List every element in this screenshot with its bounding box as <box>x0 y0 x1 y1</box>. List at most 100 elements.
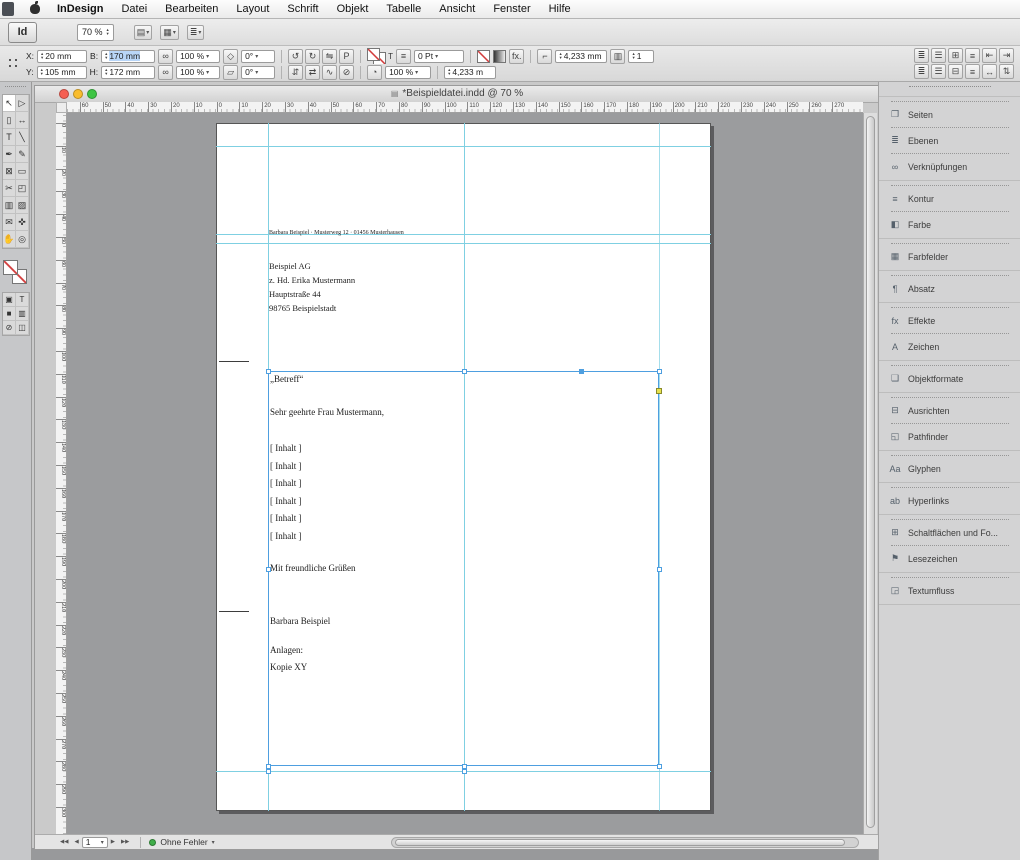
panel-button-textumfluss[interactable]: ◲Textumfluss <box>879 582 1020 599</box>
none-swatch[interactable] <box>477 50 490 63</box>
effects-button[interactable]: fx. <box>509 49 525 64</box>
next-page-button[interactable]: ▶ <box>108 839 118 845</box>
apply-none-button[interactable]: ⊘ <box>3 321 16 335</box>
hand-tool[interactable]: ✋ <box>3 231 16 248</box>
type-tool[interactable]: T <box>3 129 16 146</box>
control-icon[interactable]: ↻ <box>305 49 320 64</box>
horizontal-scroll-thumb[interactable] <box>395 839 845 846</box>
view-mode-button[interactable]: ◫ <box>16 321 29 335</box>
panel-button-farbfelder[interactable]: ▦Farbfelder <box>879 248 1020 265</box>
horizontal-scrollbar[interactable] <box>391 837 859 848</box>
menu-datei[interactable]: Datei <box>112 3 156 15</box>
control-icon[interactable]: P <box>339 49 354 64</box>
control-icon[interactable]: ≣ <box>914 48 929 63</box>
x-position-field[interactable]: ▴▾ 20 mm <box>37 50 87 63</box>
selection-handle[interactable] <box>657 369 662 374</box>
screen-mode-button[interactable]: ▦▾ <box>160 25 179 40</box>
pencil-tool[interactable]: ✎ <box>16 146 29 163</box>
panel-button-kontur[interactable]: ≡Kontur <box>879 190 1020 207</box>
panel-button-pathfinder[interactable]: ◱Pathfinder <box>879 428 1020 445</box>
gradient-swatch[interactable] <box>493 50 506 63</box>
top-margin-guide[interactable] <box>216 146 711 147</box>
line-tool[interactable]: ╲ <box>16 129 29 146</box>
control-icon[interactable]: ⊟ <box>948 64 963 79</box>
selection-handle[interactable] <box>266 769 271 774</box>
control-icon[interactable]: ↔ <box>982 64 997 79</box>
page-tool[interactable]: ▯ <box>3 112 16 129</box>
scissors-tool[interactable]: ✂ <box>3 180 16 197</box>
control-icon[interactable]: ⇄ <box>305 65 320 80</box>
control-icon[interactable]: ∿ <box>322 65 337 80</box>
stepper-icon[interactable]: ▴▾ <box>107 28 109 37</box>
y-position-field[interactable]: ▴▾ 105 mm <box>37 66 87 79</box>
panel-button-objektformate[interactable]: ❑Objektformate <box>879 370 1020 387</box>
scale-y-field[interactable]: 100 %▾ <box>176 66 220 79</box>
vertical-scroll-thumb[interactable] <box>866 116 875 828</box>
menu-ansicht[interactable]: Ansicht <box>430 3 484 15</box>
gap-tool[interactable]: ↔ <box>16 112 29 129</box>
menu-fenster[interactable]: Fenster <box>484 3 539 15</box>
horizontal-ruler[interactable]: 7060504030201001020304050607080901001101… <box>67 102 863 113</box>
view-options-button[interactable]: ▤▾ <box>134 25 153 40</box>
rectangle-frame-tool[interactable]: ⊠ <box>3 163 16 180</box>
control-icon[interactable]: ☰ <box>931 64 946 79</box>
stepper-icon[interactable]: ▴▾ <box>105 52 107 61</box>
menu-hilfe[interactable]: Hilfe <box>540 3 580 15</box>
sender-line-guide-bottom[interactable] <box>216 243 711 244</box>
control-icon[interactable]: ⊞ <box>948 48 963 63</box>
preflight-status[interactable]: Ohne Fehler ▾ <box>149 837 214 847</box>
constrain-proportions-icon[interactable]: ∞ <box>158 49 173 64</box>
selection-handle[interactable] <box>657 764 662 769</box>
gradient-feather-tool[interactable]: ▨ <box>16 197 29 214</box>
menu-tabelle[interactable]: Tabelle <box>377 3 430 15</box>
selection-handle-filled[interactable] <box>579 369 584 374</box>
fill-swatch[interactable] <box>367 48 380 61</box>
scale-x-field[interactable]: 100 %▾ <box>176 50 220 63</box>
first-page-button[interactable]: ◀◀ <box>57 839 71 845</box>
zoom-level-control[interactable]: 70 % ▴▾ <box>77 24 114 41</box>
control-icon[interactable]: ⇤ <box>982 48 997 63</box>
selection-handle[interactable] <box>462 369 467 374</box>
page-number-field[interactable]: 1▾ <box>82 837 108 848</box>
apple-menu-icon[interactable] <box>30 4 40 14</box>
corner-edit-handle[interactable] <box>656 388 662 394</box>
margin-guide-right[interactable] <box>659 123 660 811</box>
formatting-affects-text-icon[interactable]: T <box>388 52 393 61</box>
panel-button-lesezeichen[interactable]: ⚑Lesezeichen <box>879 550 1020 567</box>
fill-stroke-indicator[interactable] <box>3 260 29 286</box>
eyedropper-tool[interactable]: ✜ <box>16 214 29 231</box>
selection-handle[interactable] <box>657 567 662 572</box>
control-icon[interactable]: ⇅ <box>999 64 1014 79</box>
columns-field[interactable]: ▴▾ 1 <box>628 50 654 63</box>
ruler-origin-corner[interactable] <box>56 102 67 113</box>
stepper-icon[interactable]: ▴▾ <box>448 68 450 77</box>
control-icon[interactable]: ⇋ <box>322 49 337 64</box>
selection-handle[interactable] <box>266 567 271 572</box>
control-icon[interactable]: ⇵ <box>288 65 303 80</box>
fill-swatch[interactable] <box>3 260 18 275</box>
control-icon[interactable]: ≡ <box>965 64 980 79</box>
panel-button-seiten[interactable]: ❐Seiten <box>879 106 1020 123</box>
panel-button-zeichen[interactable]: AZeichen <box>879 338 1020 355</box>
control-icon[interactable]: ☰ <box>931 48 946 63</box>
selection-handle[interactable] <box>462 769 467 774</box>
window-title-bar[interactable]: ▤*Beispieldatei.indd @ 70 % <box>35 86 879 103</box>
formatting-affects-text-button[interactable]: T <box>16 293 29 307</box>
stepper-icon[interactable]: ▴▾ <box>41 68 43 77</box>
constrain-proportions-icon[interactable]: ∞ <box>158 65 173 80</box>
stepper-icon[interactable]: ▴▾ <box>41 52 43 61</box>
apply-gradient-button[interactable]: ▥ <box>16 307 29 321</box>
height-field[interactable]: ▴▾ 172 mm <box>101 66 155 79</box>
control-icon[interactable]: ≡ <box>965 48 980 63</box>
dock-drag-handle[interactable] <box>909 86 991 92</box>
panel-button-verkn-pfungen[interactable]: ∞Verknüpfungen <box>879 158 1020 175</box>
dock-header[interactable] <box>879 86 1020 97</box>
stepper-icon[interactable]: ▴▾ <box>105 68 107 77</box>
arrange-documents-button[interactable]: ≣▾ <box>187 25 205 40</box>
panel-button-hyperlinks[interactable]: abHyperlinks <box>879 492 1020 509</box>
panel-button-farbe[interactable]: ◧Farbe <box>879 216 1020 233</box>
zoom-tool[interactable]: ◎ <box>16 231 29 248</box>
prev-page-button[interactable]: ◀ <box>71 839 81 845</box>
free-transform-tool[interactable]: ◰ <box>16 180 29 197</box>
panel-button-ausrichten[interactable]: ⊟Ausrichten <box>879 402 1020 419</box>
